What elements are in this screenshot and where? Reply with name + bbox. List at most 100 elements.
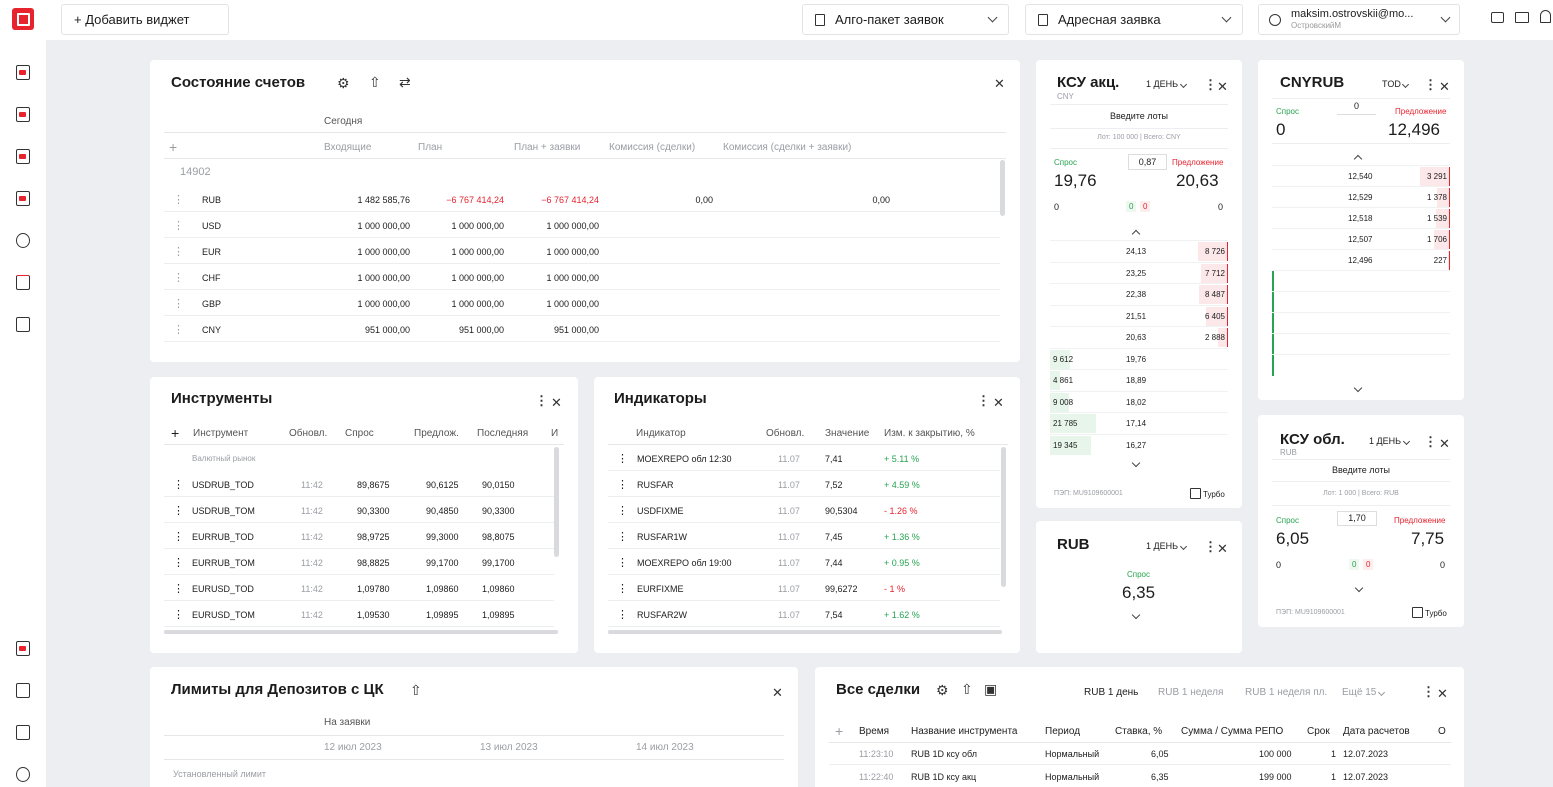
close-icon[interactable]: ✕ [551,395,562,411]
row-menu-icon[interactable]: ⋮ [173,478,184,491]
tab-rub-1week[interactable]: RUB 1 неделя [1158,687,1223,698]
h-scrollbar[interactable] [164,630,558,634]
table-row[interactable]: ⋮ RUSFAR 11.07 7,52 + 4.59 % [608,471,1000,497]
more-menu-icon[interactable]: ⋮ [1424,434,1437,450]
qty-input[interactable]: 1,70 [1337,511,1377,526]
swap-icon[interactable]: ⇄ [399,74,411,91]
lots-input[interactable]: Введите лоты [1050,106,1228,128]
row-menu-icon[interactable]: ⋮ [173,245,184,258]
sidebar-windows-icon[interactable] [13,314,33,334]
add-column-icon[interactable]: + [835,723,843,739]
scroll-up-icon[interactable] [1131,227,1141,240]
table-row[interactable]: 11:23:10 RUB 1D ксу обл Нормальный 6,05 100 … [829,742,1451,765]
orderbook-ask-row[interactable]: 12,529 1 378 [1272,186,1450,207]
orderbook-bid-row[interactable]: 9 612 19,76 [1050,347,1228,369]
address-order-dropdown[interactable]: Адресная заявка [1025,4,1243,35]
orderbook-bid-row[interactable]: 4 861 18,89 [1050,369,1228,390]
app-logo-icon[interactable] [12,8,34,30]
close-icon[interactable]: ✕ [1439,79,1450,95]
more-menu-icon[interactable]: ⋮ [1204,77,1217,93]
more-menu-icon[interactable]: ⋮ [1422,684,1435,700]
bid-price-button[interactable]: 6,35 [1122,583,1155,603]
orderbook-ask-row[interactable]: 20,63 2 888 [1050,326,1228,347]
mail-icon[interactable] [1515,12,1529,23]
row-menu-icon[interactable]: ⋮ [173,271,184,284]
qty-input[interactable]: 0 [1337,101,1376,115]
settings-gear-icon[interactable] [13,764,33,784]
more-menu-icon[interactable]: ⋮ [977,393,990,409]
sidebar-md-icon[interactable] [13,146,33,166]
orderbook-ask-row[interactable]: 21,51 6 405 [1050,304,1228,326]
add-widget-button[interactable]: + Добавить виджет [61,4,229,35]
qty-input[interactable]: 0,87 [1128,154,1167,170]
more-menu-icon[interactable]: ⋮ [1424,77,1437,93]
bid-price-button[interactable]: 6,05 [1276,529,1309,549]
scrollbar[interactable] [554,447,559,557]
bell-icon[interactable] [1540,10,1551,23]
tab-rub-1week-pl[interactable]: RUB 1 неделя пл. [1245,687,1327,698]
orderbook-ask-row[interactable]: 12,496 227 [1272,249,1450,270]
tab-more[interactable]: Ещё 15 [1342,687,1386,698]
table-row[interactable]: ⋮ EURRUB_TOM 11:42 98,8825 99,1700 99,1700 [164,549,554,575]
term-dropdown[interactable]: 1 ДЕНЬ [1369,436,1410,446]
scrollbar[interactable] [1001,447,1006,587]
export-icon[interactable]: ⇧ [961,681,973,698]
row-menu-icon[interactable]: ⋮ [173,504,184,517]
orderbook-ask-row[interactable]: 24,13 8 726 [1050,240,1228,261]
term-dropdown[interactable]: TOD [1382,79,1410,89]
close-icon[interactable]: ✕ [993,395,1004,411]
row-menu-icon[interactable]: ⋮ [617,530,628,543]
filter-settings-icon[interactable]: ⚙ [936,682,949,699]
term-dropdown[interactable]: 1 ДЕНЬ [1146,541,1187,551]
row-menu-icon[interactable]: ⋮ [617,478,628,491]
ask-price-button[interactable]: 20,63 [1176,171,1219,191]
more-menu-icon[interactable]: ⋮ [535,393,548,409]
table-row[interactable]: ⋮ CHF 1 000 000,00 1 000 000,00 1 000 000,00 [164,264,1000,290]
add-instrument-icon[interactable]: + [171,425,179,441]
scroll-down-icon[interactable] [1131,457,1141,469]
scroll-down-icon[interactable] [1353,382,1363,394]
orderbook-ask-row[interactable]: 23,25 7 712 [1050,261,1228,283]
row-menu-icon[interactable]: ⋮ [617,556,628,569]
orderbook-ask-row[interactable]: 12,507 1 706 [1272,228,1450,249]
close-icon[interactable]: ✕ [1217,79,1228,95]
bid-price-button[interactable]: 0 [1276,120,1285,140]
row-menu-icon[interactable]: ⋮ [617,452,628,465]
table-row[interactable]: ⋮ CNY 951 000,00 951 000,00 951 000,00 [164,316,1000,342]
close-icon[interactable]: ✕ [772,685,783,701]
table-row[interactable]: ⋮ USDRUB_TOD 11:42 89,8675 90,6125 90,0150 [164,471,554,497]
sidebar-book-icon[interactable] [13,722,33,742]
table-row[interactable]: 11:22:40 RUB 1D ксу акц Нормальный 6,35 199 … [829,765,1451,787]
row-menu-icon[interactable]: ⋮ [173,323,184,336]
row-menu-icon[interactable]: ⋮ [173,297,184,310]
turbo-checkbox[interactable]: Турбо [1190,488,1225,499]
row-menu-icon[interactable]: ⋮ [173,219,184,232]
ask-price-button[interactable]: 7,75 [1411,529,1444,549]
table-row[interactable]: ⋮ EURUSD_TOD 11:42 1,09780 1,09860 1,09860 [164,575,554,601]
algo-package-dropdown[interactable]: Алго-пакет заявок [802,4,1009,35]
table-row[interactable]: ⋮ EURUSD_TOM 11:42 1,09530 1,09895 1,09895 [164,601,554,627]
sidebar-list-icon[interactable] [13,680,33,700]
tab-rub-1day[interactable]: RUB 1 день [1084,687,1138,698]
row-menu-icon[interactable]: ⋮ [173,530,184,543]
orderbook-ask-row[interactable]: 12,518 1 539 [1272,207,1450,228]
sidebar-ck-icon[interactable] [13,104,33,124]
sidebar-trading-icon[interactable] [13,62,33,82]
table-row[interactable]: ⋮ EURFIXME 11.07 99,6272 - 1 % [608,575,1000,601]
row-menu-icon[interactable]: ⋮ [173,582,184,595]
table-row[interactable]: ⋮ USDFIXME 11.07 90,5304 - 1.26 % [608,497,1000,523]
table-row[interactable]: ⋮ USDRUB_TOM 11:42 90,3300 90,4850 90,3300 [164,497,554,523]
export-icon[interactable]: ⇧ [410,682,422,699]
chevron-down-icon[interactable] [1131,609,1141,621]
table-row[interactable]: ⋮ MOEXREPO обл 19:00 11.07 7,44 + 0.95 % [608,549,1000,575]
user-menu-dropdown[interactable]: maksim.ostrovskii@mo... ОстровскийМ [1258,4,1460,35]
bid-price-button[interactable]: 19,76 [1054,171,1097,191]
scroll-up-icon[interactable] [1353,152,1363,165]
orderbook-ask-row[interactable]: 12,540 3 291 [1272,165,1450,186]
chevron-down-icon[interactable] [1354,582,1364,594]
add-column-icon[interactable]: + [169,139,177,155]
more-menu-icon[interactable]: ⋮ [1204,539,1217,555]
orderbook-bid-row[interactable]: 9 008 18,02 [1050,390,1228,412]
row-menu-icon[interactable]: ⋮ [617,582,628,595]
row-menu-icon[interactable]: ⋮ [617,504,628,517]
